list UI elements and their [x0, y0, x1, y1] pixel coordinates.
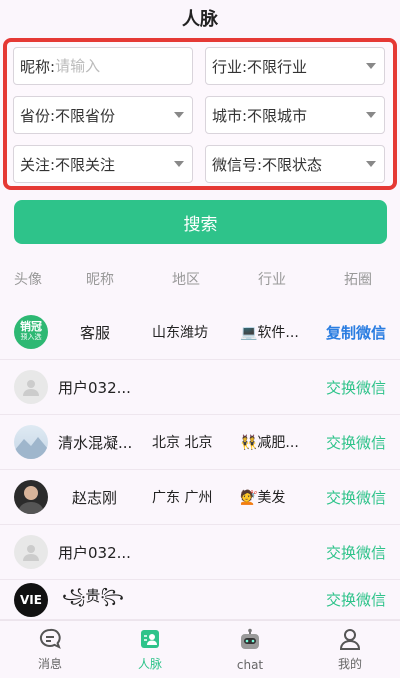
person-avatar-icon	[18, 486, 44, 514]
industry-select[interactable]: 行业:不限行业	[205, 47, 385, 85]
avatar-badge-subtext: 预入选	[20, 333, 42, 341]
region: 广东 广州	[152, 490, 213, 506]
nickname-field[interactable]: 昵称:	[13, 47, 193, 85]
column-nickname: 昵称	[86, 272, 114, 288]
contacts-icon	[141, 630, 159, 648]
page-title: 人脉	[182, 9, 218, 30]
city-select-value: 城市:不限城市	[212, 106, 308, 125]
list-item[interactable]: VIE ꧁贵꧂ 交换微信	[0, 580, 400, 620]
avatar-badge-text: 销冠	[20, 320, 42, 333]
industry-select-value: 行业:不限行业	[212, 57, 308, 76]
column-industry: 行业	[258, 272, 286, 288]
chevron-down-icon	[174, 161, 184, 167]
follow-select-value: 关注:不限关注	[20, 155, 116, 174]
bottom-tab-bar: 消息 人脉 chat 我的	[0, 620, 400, 678]
exchange-wechat-button[interactable]: 交换微信	[326, 432, 386, 453]
exchange-wechat-button[interactable]: 交换微信	[326, 589, 386, 610]
province-select[interactable]: 省份:不限省份	[13, 96, 193, 134]
list-item[interactable]: 用户032... 交换微信	[0, 525, 400, 580]
nickname: 用户032...	[58, 543, 131, 562]
wechat-status-select[interactable]: 微信号:不限状态	[205, 145, 385, 183]
follow-select[interactable]: 关注:不限关注	[13, 145, 193, 183]
chevron-down-icon	[366, 63, 376, 69]
app-header: 人脉	[0, 0, 400, 36]
copy-wechat-button[interactable]: 复制微信	[326, 322, 386, 343]
user-placeholder-icon	[23, 380, 39, 396]
nickname: 赵志刚	[72, 488, 118, 507]
tab-messages[interactable]: 消息	[0, 621, 100, 678]
profile-icon	[339, 629, 361, 650]
industry: 👯减肥...	[240, 435, 299, 451]
column-header: 头像 昵称 地区 行业 拓圈	[0, 262, 400, 296]
filter-panel: 昵称: 行业:不限行业 省份:不限省份 城市:不限城市 关注:不限关注 微信号:…	[3, 38, 397, 190]
avatar: 销冠 预入选	[14, 315, 48, 349]
province-select-value: 省份:不限省份	[20, 106, 116, 125]
nickname-input[interactable]	[55, 57, 166, 75]
list-item[interactable]: 赵志刚 广东 广州 💇美发 交换微信	[0, 470, 400, 525]
industry: 💻软件...	[240, 325, 299, 341]
tab-label: 人脉	[137, 657, 162, 671]
search-button[interactable]: 搜索	[14, 200, 387, 244]
tab-profile[interactable]: 我的	[300, 621, 400, 678]
avatar-text: VIE	[20, 592, 42, 607]
list-item[interactable]: 用户032... 交换微信	[0, 360, 400, 415]
chevron-down-icon	[366, 112, 376, 118]
robot-icon	[241, 628, 259, 649]
tab-chat[interactable]: chat	[200, 621, 300, 678]
avatar	[14, 370, 48, 404]
avatar: VIE	[14, 582, 48, 617]
nickname: 客服	[80, 323, 111, 342]
region: 山东潍坊	[152, 325, 208, 341]
tab-label: chat	[236, 657, 264, 672]
avatar	[14, 425, 48, 459]
wechat-status-select-value: 微信号:不限状态	[212, 155, 323, 174]
exchange-wechat-button[interactable]: 交换微信	[326, 487, 386, 508]
tab-contacts[interactable]: 人脉	[100, 621, 200, 678]
tab-label: 我的	[337, 657, 362, 671]
column-region: 地区	[172, 272, 200, 288]
nickname: 清水混凝...	[58, 433, 133, 452]
chevron-down-icon	[366, 161, 376, 167]
column-avatar: 头像	[14, 272, 42, 288]
list-item[interactable]: 清水混凝... 北京 北京 👯减肥... 交换微信	[0, 415, 400, 470]
avatar	[14, 480, 48, 514]
column-expand: 拓圈	[344, 272, 372, 288]
landscape-avatar-icon	[14, 437, 48, 459]
nickname: ꧁贵꧂	[62, 587, 124, 605]
nickname-label: 昵称:	[20, 57, 56, 76]
industry: 💇美发	[240, 490, 286, 506]
user-placeholder-icon	[23, 545, 39, 561]
chevron-down-icon	[174, 112, 184, 118]
tab-label: 消息	[37, 657, 62, 671]
message-icon	[39, 628, 61, 649]
exchange-wechat-button[interactable]: 交换微信	[326, 377, 386, 398]
region: 北京 北京	[152, 435, 213, 451]
avatar	[14, 535, 48, 569]
city-select[interactable]: 城市:不限城市	[205, 96, 385, 134]
contact-list: 销冠 预入选 客服 山东潍坊 💻软件... 复制微信 用户032... 交换微信…	[0, 305, 400, 620]
nickname: 用户032...	[58, 378, 131, 397]
list-item[interactable]: 销冠 预入选 客服 山东潍坊 💻软件... 复制微信	[0, 305, 400, 360]
exchange-wechat-button[interactable]: 交换微信	[326, 542, 386, 563]
